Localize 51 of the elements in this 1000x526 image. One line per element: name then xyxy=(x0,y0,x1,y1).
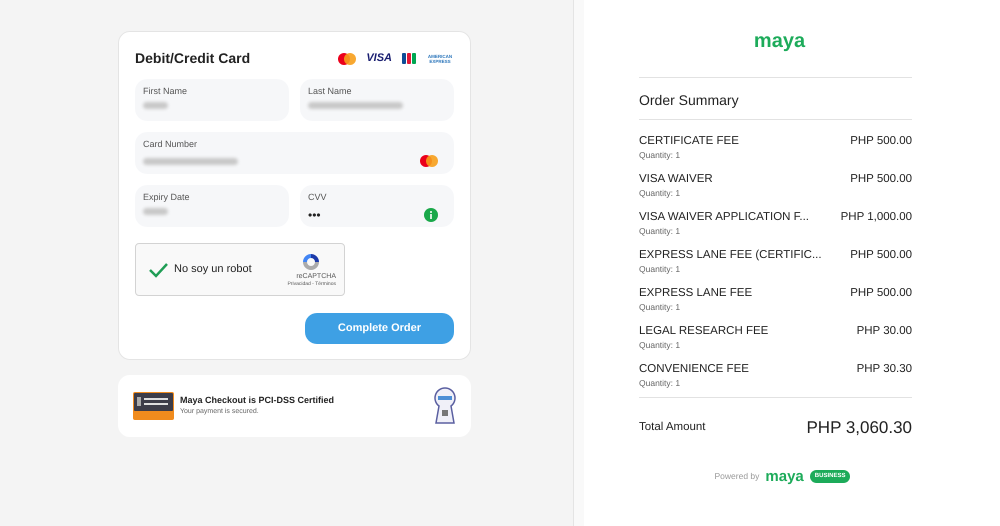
security-seal-icon xyxy=(434,387,456,425)
recaptcha-icon xyxy=(300,252,322,272)
redacted-value xyxy=(143,102,168,109)
mastercard-icon xyxy=(338,52,356,64)
item-price: PHP 500.00 xyxy=(850,248,912,263)
total-label: Total Amount xyxy=(639,420,706,436)
item-quantity: Quantity: 1 xyxy=(639,225,682,237)
input-field[interactable]: Expiry Date xyxy=(135,185,289,227)
mastercard-icon xyxy=(420,155,438,167)
input-field[interactable]: First Name xyxy=(135,79,289,121)
item-quantity: Quantity: 1 xyxy=(639,377,682,389)
item-price: PHP 30.30 xyxy=(856,362,912,377)
info-icon xyxy=(424,208,438,222)
item-name: CERTIFICATE FEE xyxy=(639,134,739,149)
redacted-value xyxy=(143,208,168,215)
item-quantity: Quantity: 1 xyxy=(639,263,682,275)
summary-title: Order Summary xyxy=(639,91,740,110)
maya-logo: maya xyxy=(765,468,804,484)
item-name: EXPRESS LANE FEE (CERTIFIC... xyxy=(639,248,822,263)
item-quantity: Quantity: 1 xyxy=(639,187,682,199)
item-price: PHP 500.00 xyxy=(850,286,912,301)
field-label: Card Number xyxy=(143,138,198,150)
item-name: CONVENIENCE FEE xyxy=(639,362,749,377)
item-price: PHP 30.00 xyxy=(856,324,912,339)
pci-badge-icon xyxy=(133,392,174,420)
field-label: CVV xyxy=(308,191,328,203)
powered-by-label: Powered by xyxy=(714,470,760,483)
input-field[interactable]: CVV ••• xyxy=(300,185,454,227)
security-title: Maya Checkout is PCI-DSS Certified xyxy=(180,394,334,406)
item-quantity: Quantity: 1 xyxy=(639,149,682,161)
field-label: First Name xyxy=(143,85,188,97)
visa-logo: VISA xyxy=(366,53,392,64)
item-name: VISA WAIVER APPLICATION F... xyxy=(639,210,809,225)
item-name: LEGAL RESEARCH FEE xyxy=(639,324,768,339)
field-label: Last Name xyxy=(308,85,353,97)
item-quantity: Quantity: 1 xyxy=(639,339,682,351)
input-field[interactable]: Last Name xyxy=(300,79,454,121)
item-name: VISA WAIVER xyxy=(639,172,713,187)
item-price: PHP 500.00 xyxy=(850,172,912,187)
jcb-icon xyxy=(402,53,416,64)
total-amount: PHP 3,060.30 xyxy=(806,417,912,439)
item-name: EXPRESS LANE FEE xyxy=(639,286,752,301)
field-value: ••• xyxy=(308,209,321,221)
maya-logo: maya xyxy=(754,29,806,53)
card-title: Debit/Credit Card xyxy=(135,49,250,68)
field-label: Expiry Date xyxy=(143,191,191,203)
captcha-label: No soy un robot xyxy=(174,262,252,278)
item-quantity: Quantity: 1 xyxy=(639,301,682,313)
input-field[interactable]: Card Number xyxy=(135,132,454,174)
item-price: PHP 1,000.00 xyxy=(840,210,912,225)
item-price: PHP 500.00 xyxy=(850,134,912,149)
